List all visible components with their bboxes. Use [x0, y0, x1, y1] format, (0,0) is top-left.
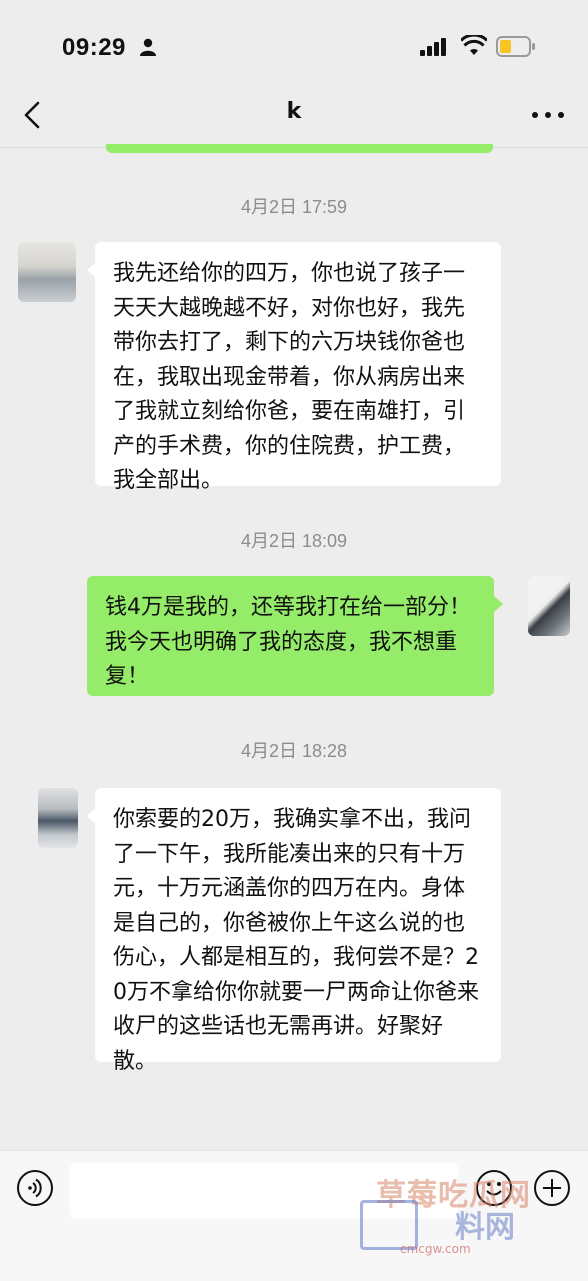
contact-avatar[interactable] — [18, 242, 76, 302]
chat-title: k — [286, 99, 302, 124]
voice-icon — [28, 1178, 42, 1198]
message-timestamp: 4月2日 18:28 — [240, 741, 348, 761]
message-timestamp: 4月2日 17:59 — [240, 197, 348, 217]
chat-header: k — [0, 85, 588, 148]
incoming-message-bubble[interactable]: 你索要的20万，我确实拿不出，我问了一下午，我所能凑出来的只有十万元，十万元涵盖… — [95, 788, 501, 1074]
more-options-icon[interactable] — [530, 105, 566, 125]
site-watermark: 草莓吃瓜网 料网 cmcgw.com — [360, 1170, 585, 1270]
watermark-url: cmcgw.com — [400, 1242, 471, 1256]
watermark-text-secondary: 料网 — [455, 1210, 515, 1245]
status-time: 09:29 — [62, 34, 126, 61]
outgoing-message-bubble[interactable]: 钱4万是我的，还等我打在给一部分！我今天也明确了我的态度，我不想重复！ — [87, 576, 494, 696]
bubble-tail — [494, 596, 503, 612]
status-bar: 09:29 — [0, 0, 588, 90]
battery-icon — [496, 36, 535, 57]
message-timestamp: 4月2日 18:09 — [240, 531, 348, 551]
cellular-signal-icon — [420, 38, 446, 56]
wifi-icon — [461, 35, 487, 55]
voice-input-button[interactable] — [17, 1170, 53, 1206]
incoming-message-bubble[interactable]: 我先还给你的四万，你也说了孩子一天天大越晚越不好，对你也好，我先带你去打了，剩下… — [95, 242, 501, 493]
my-avatar[interactable] — [528, 576, 570, 636]
contact-avatar[interactable] — [38, 788, 78, 848]
previous-message-bubble-edge — [106, 144, 493, 153]
person-icon — [140, 38, 156, 56]
